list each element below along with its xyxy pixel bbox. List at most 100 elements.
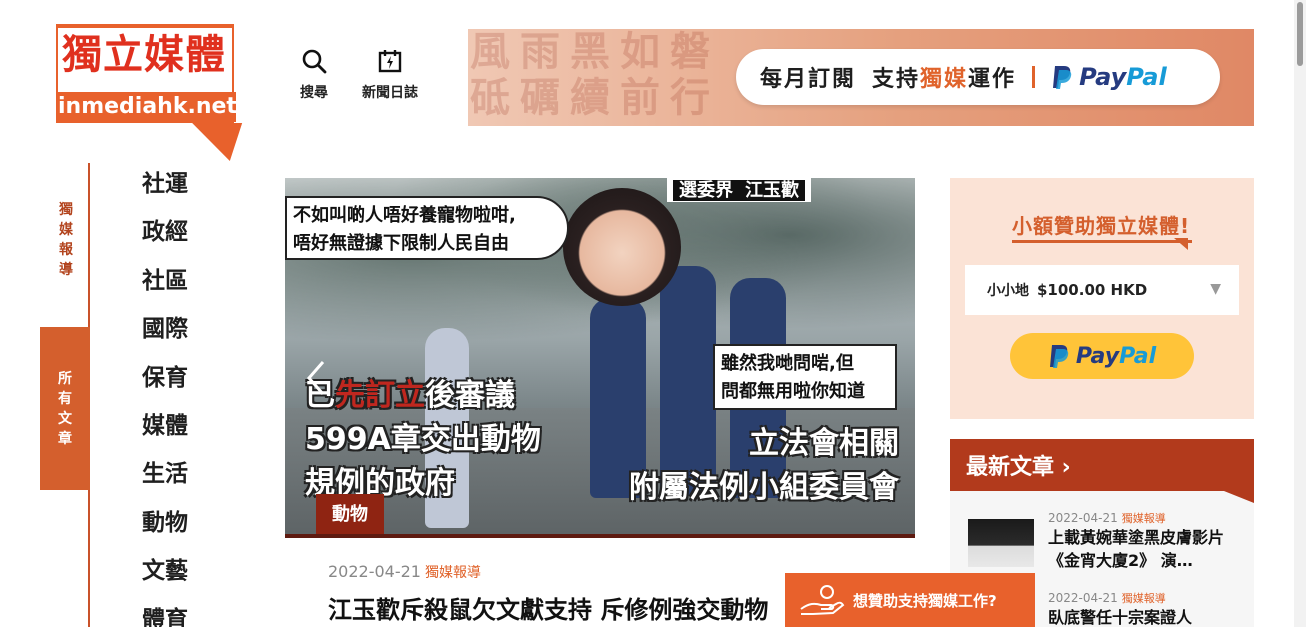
paypal-icon: [1049, 345, 1069, 368]
list-item-meta: 2022-04-21 獨媒報導: [1048, 590, 1166, 606]
list-item-source: 獨媒報導: [1121, 592, 1166, 605]
banner-bg-line2: 砥礪續前行: [470, 74, 720, 121]
latest-articles-header[interactable]: 最新文章 ›: [950, 439, 1254, 491]
latest-header-tail: [1224, 491, 1254, 503]
hero-right-line2: 附屬法例小組委員會: [629, 470, 899, 505]
hero-left-b: 後審議: [425, 378, 515, 413]
hand-coin-icon: [800, 585, 845, 615]
paypal-text-a: Pay: [1079, 63, 1127, 91]
support-cta-label: 想贊助支持獨媒工作?: [853, 591, 997, 610]
hero-image[interactable]: 選委界 江玉歡 不如叫啲人唔好養寵物啦咁, 唔好無證據下限制人民自由 雖然我哋問啱…: [285, 178, 915, 538]
hero-caption-top: 選委界 江玉歡: [667, 178, 811, 202]
article-date: 2022-04-21: [328, 562, 421, 581]
banner-background-text: 風雨黑如磐 砥礪續前行: [470, 29, 720, 121]
hero-caption-name: 江玉歡: [739, 180, 805, 201]
tab-reports-char3: 報: [59, 242, 73, 258]
tab-reports-char4: 導: [59, 262, 73, 278]
tab-inmedia-reports[interactable]: 獨 媒 報 導: [50, 200, 82, 290]
subscribe-banner[interactable]: 風雨黑如磐 砥礪續前行 每月訂閱 支持獨媒運作 Pay Pal: [468, 29, 1254, 126]
paypal-text-b: Pal: [1126, 63, 1167, 91]
journal-button[interactable]: 新聞日誌: [362, 48, 418, 102]
category-arts[interactable]: 文藝: [142, 553, 188, 601]
banner-support-highlight: 獨媒: [920, 67, 969, 92]
bubble-left-line1: 不如叫啲人唔好養寵物啦咁,: [293, 205, 516, 226]
banner-pill[interactable]: 每月訂閱 支持獨媒運作 Pay Pal: [736, 49, 1220, 105]
category-conservation[interactable]: 保育: [142, 360, 188, 408]
hero-left-text: 已先訂立後審議 599A章交出動物 規例的政府: [305, 374, 541, 506]
search-icon: [302, 49, 327, 74]
logo-domain: inmediahk.net: [58, 92, 237, 122]
hero-caption-label: 選委界: [673, 180, 739, 201]
logo-frame: 獨立媒體 inmediahk.net: [56, 24, 237, 123]
tab-all-articles[interactable]: 所 有 文 章: [40, 327, 90, 490]
banner-support-text: 支持獨媒運作: [872, 61, 1016, 93]
category-sports[interactable]: 體育: [142, 602, 188, 627]
list-item-date: 2022-04-21: [1048, 591, 1118, 605]
hero-category-tag[interactable]: 動物: [316, 494, 384, 536]
bubble-right-line2: 問都無用啦你知道: [721, 381, 865, 402]
hero-left-red: 先訂立: [335, 378, 425, 413]
list-item-title: 上載黃婉華塗黑皮膚影片《金宵大廈2》 演…: [1048, 528, 1225, 570]
chevron-left-icon[interactable]: [305, 358, 327, 398]
paypal-donate-button[interactable]: Pay Pal: [1010, 333, 1194, 379]
donate-select-label: 小小地: [987, 283, 1029, 299]
tab-reports-char1: 獨: [59, 202, 73, 218]
donate-paypal-b: Pal: [1119, 343, 1157, 369]
donate-paypal-a: Pay: [1075, 343, 1120, 369]
tab-reports-char2: 媒: [59, 222, 73, 238]
donate-title: 小額贊助獨立媒體!: [1012, 214, 1191, 238]
hero-left-line2: 599A章交出動物: [305, 422, 541, 457]
tab-all-char1: 所: [58, 370, 72, 387]
category-international[interactable]: 國際: [142, 311, 188, 359]
list-item-source: 獨媒報導: [1121, 512, 1166, 525]
speech-bubble-left: 不如叫啲人唔好養寵物啦咁, 唔好無證據下限制人民自由: [285, 196, 569, 260]
scrollbar-thumb[interactable]: [1297, 2, 1303, 66]
support-cta-button[interactable]: 想贊助支持獨媒工作?: [785, 573, 1035, 627]
category-living[interactable]: 生活: [142, 456, 188, 504]
article-thumbnail: [968, 519, 1034, 567]
donate-amount-select[interactable]: 小小地 $100.00 HKD ▼: [965, 265, 1239, 315]
banner-bg-line1: 風雨黑如磐: [470, 29, 720, 75]
category-media[interactable]: 媒體: [142, 408, 188, 456]
bubble-left-line2: 唔好無證據下限制人民自由: [293, 233, 509, 254]
logo-chinese: 獨立媒體: [62, 32, 226, 78]
journal-label: 新聞日誌: [362, 85, 418, 101]
list-item-date: 2022-04-21: [1048, 511, 1118, 525]
donate-underline: [1012, 240, 1192, 243]
chevron-down-icon: ▼: [1210, 281, 1221, 297]
article-meta: 2022-04-21 獨媒報導: [328, 562, 481, 582]
hero-right-text: 立法會相關 附屬法例小組委員會: [629, 422, 899, 510]
tab-all-char3: 文: [58, 410, 72, 427]
donate-paypal-logo: Pay Pal: [1048, 343, 1156, 369]
search-button[interactable]: 搜尋: [300, 48, 328, 102]
journal-icon: [378, 50, 402, 73]
latest-heading: 最新文章 ›: [966, 455, 1071, 480]
hero-face: [563, 188, 681, 306]
chevron-right-icon[interactable]: [873, 358, 895, 398]
donate-select-value: $100.00 HKD: [1037, 281, 1148, 299]
scrollbar[interactable]: [1294, 0, 1306, 627]
list-item-meta: 2022-04-21 獨媒報導: [1048, 510, 1166, 526]
site-logo[interactable]: 獨立媒體 inmediahk.net: [56, 24, 243, 162]
tab-all-char4: 章: [58, 430, 72, 447]
category-list: 社運 政經 社區 國際 保育 媒體 生活 動物 文藝 體育: [142, 166, 188, 627]
donate-panel: 小額贊助獨立媒體! 小小地 $100.00 HKD ▼ Pay Pal: [950, 178, 1254, 419]
banner-support-a: 支持: [872, 67, 921, 92]
donate-underline-tick: [1174, 238, 1188, 250]
banner-paypal-logo: Pay Pal: [1051, 63, 1167, 91]
category-community[interactable]: 社區: [142, 263, 188, 311]
banner-separator: [1032, 66, 1036, 88]
banner-support-b: 運作: [968, 67, 1017, 92]
logo-tail-shape: [179, 123, 243, 161]
search-label: 搜尋: [300, 85, 328, 101]
bubble-right-line1: 雖然我哋問啱,但: [721, 353, 854, 374]
paypal-icon: [1053, 66, 1072, 89]
category-animals[interactable]: 動物: [142, 505, 188, 553]
tab-all-char2: 有: [58, 390, 72, 407]
speech-bubble-right: 雖然我哋問啱,但 問都無用啦你知道: [713, 344, 897, 410]
article-source[interactable]: 獨媒報導: [425, 565, 481, 581]
article-headline[interactable]: 江玉歡斥殺鼠欠文獻支持 斥修例強交動物: [328, 590, 798, 625]
category-politics-economy[interactable]: 政經: [142, 214, 188, 262]
category-social-movement[interactable]: 社運: [142, 166, 188, 214]
list-item-title: 臥底警任十宗案證人: [1048, 608, 1193, 627]
